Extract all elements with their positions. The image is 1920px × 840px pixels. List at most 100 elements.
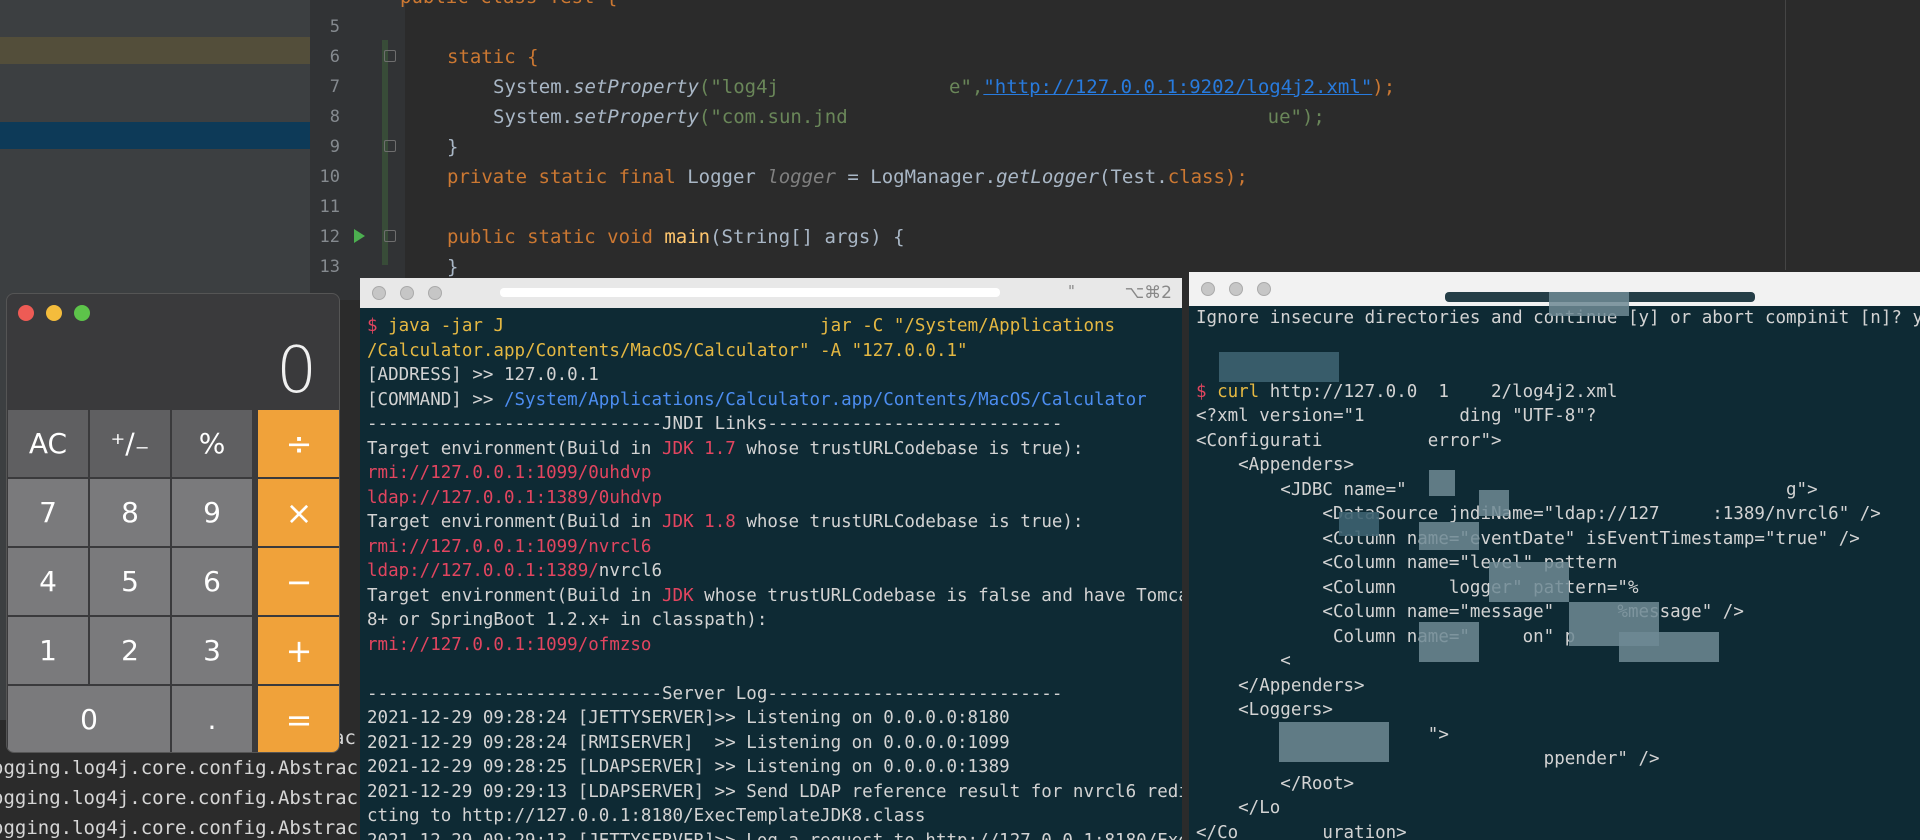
- calc-key[interactable]: 7: [7, 478, 89, 547]
- terminal-line: Target environment(Build in JDK whose tr…: [367, 584, 1182, 609]
- line-number: 5: [329, 17, 340, 37]
- calc-key[interactable]: =: [257, 685, 339, 752]
- code-editor[interactable]: [405, 0, 1920, 300]
- code-line-9: }: [447, 136, 459, 158]
- terminal-line: rmi://127.0.0.1:1099/nvrcl6: [367, 535, 651, 560]
- code-line-class-decl: public class Test {: [400, 0, 617, 8]
- line-number: 9: [329, 137, 340, 157]
- line-number: 10: [319, 167, 340, 187]
- terminal-line: <Appenders>: [1196, 453, 1354, 478]
- terminal-window-right[interactable]: Ignore insecure directories and continue…: [1189, 272, 1920, 840]
- terminal-line: [COMMAND] >> /System/Applications/Calcul…: [367, 388, 1147, 413]
- fold-icon[interactable]: [384, 50, 396, 62]
- tab-mark: ": [1068, 282, 1075, 300]
- terminal-line: ppender" />: [1196, 747, 1660, 772]
- fold-icon[interactable]: [384, 140, 396, 152]
- terminal-line: [ADDRESS] >> 127.0.0.1: [367, 363, 599, 388]
- calc-key[interactable]: −: [257, 547, 339, 616]
- terminal-text: <Column name="message" %message" />: [1196, 602, 1744, 622]
- terminal-text: Column name=" on" p: [1196, 626, 1576, 647]
- terminal-text: ----------------------------Server Log--…: [367, 683, 1063, 704]
- terminal-line: 2021-12-29 09:28:24 [JETTYSERVER]>> List…: [367, 706, 1010, 731]
- terminal-text: JDK 1.8: [662, 512, 736, 532]
- sidebar-row-highlight[interactable]: [0, 37, 310, 64]
- terminal-titlebar[interactable]: " ⌥⌘2: [360, 278, 1182, 308]
- minimize-icon[interactable]: [1229, 282, 1243, 296]
- terminal-line: <Column name="message" %message" />: [1196, 600, 1744, 625]
- calc-key[interactable]: 3: [171, 616, 253, 685]
- terminal-text: rmi://127.0.0.1:1099/ofmzso: [367, 634, 652, 655]
- terminal-text: whose trustURLCodebase is true):: [735, 512, 1084, 532]
- calculator-display: 0: [276, 334, 317, 408]
- calc-key[interactable]: 8: [89, 478, 171, 547]
- terminal-line: 2021-12-29 09:28:24 [RMISERVER] >> Liste…: [367, 731, 1010, 756]
- terminal-text: 2021-12-29 09:29:13 [JETTYSERVER]>> Log …: [367, 831, 1182, 840]
- terminal-line: ldap://127.0.0.1:1389/nvrcl6: [367, 559, 662, 584]
- calc-key[interactable]: ÷: [257, 409, 339, 478]
- terminal-text: curl: [1217, 381, 1270, 402]
- console-line: ogging.log4j.core.config.Abstrac: [0, 757, 359, 779]
- calc-key[interactable]: 5: [89, 547, 171, 616]
- minimize-icon[interactable]: [46, 305, 62, 321]
- terminal-line: <Column name="eventDate" isEventTimestam…: [1196, 527, 1860, 552]
- code-line-8: System.setProperty("com.sun.jnd ue");: [493, 106, 1325, 128]
- calc-key[interactable]: 2: [89, 616, 171, 685]
- calc-key[interactable]: 4: [7, 547, 89, 616]
- terminal-line: cting to http://127.0.0.1:8180/ExecTempl…: [367, 804, 925, 829]
- run-icon[interactable]: [354, 229, 365, 243]
- calc-key[interactable]: +: [257, 616, 339, 685]
- terminal-text: ldap://127.0.0.1:1389/0uhdvp: [367, 487, 663, 508]
- terminal-line: </Co uration>: [1196, 821, 1407, 840]
- terminal-text: ppender" />: [1196, 749, 1660, 769]
- terminal-text: </Lo: [1196, 798, 1281, 818]
- terminal-line: 2021-12-29 09:29:13 [LDAPSERVER] >> Send…: [367, 780, 1182, 805]
- terminal-text: <Column name="eventDate" isEventTimestam…: [1196, 528, 1860, 549]
- sidebar-row-selected[interactable]: [0, 122, 310, 149]
- calc-key[interactable]: .: [171, 685, 253, 752]
- calc-key[interactable]: 1: [7, 616, 89, 685]
- console-line: ogging.log4j.core.config.Abstrac: [0, 817, 359, 839]
- close-icon[interactable]: [372, 286, 386, 300]
- calc-key[interactable]: %: [171, 409, 253, 478]
- zoom-icon[interactable]: [428, 286, 442, 300]
- terminal-text: /System/Applications/Calculator.app/Cont…: [503, 389, 1147, 410]
- terminal-line: Target environment(Build in JDK 1.7 whos…: [367, 437, 1083, 462]
- calc-key[interactable]: 9: [171, 478, 253, 547]
- calc-key[interactable]: ×: [257, 478, 339, 547]
- terminal-line: Target environment(Build in JDK 1.8 whos…: [367, 510, 1083, 535]
- calc-key[interactable]: AC: [7, 409, 89, 478]
- close-icon[interactable]: [18, 305, 34, 321]
- calculator-window[interactable]: 0 AC ⁺∕₋% ÷ 7 8 9 × 4 5 6− 1 2 3 +0. =: [6, 293, 340, 753]
- calc-key[interactable]: ⁺∕₋: [89, 409, 171, 478]
- terminal-text: rmi://127.0.0.1:1099/0uhdvp: [367, 463, 652, 483]
- zoom-icon[interactable]: [74, 305, 90, 321]
- calc-key[interactable]: 0: [7, 685, 171, 752]
- line-number: 11: [319, 197, 340, 217]
- terminal-text: java -jar: [388, 316, 494, 336]
- minimize-icon[interactable]: [400, 286, 414, 300]
- terminal-window-left[interactable]: " ⌥⌘2 $ java -jar J jar -C "/System/Appl…: [360, 278, 1182, 840]
- terminal-text: Target environment(Build in: [367, 585, 663, 606]
- terminal-text: $: [1196, 381, 1218, 402]
- console-line: ogging.log4j.core.config.Abstrac: [0, 787, 359, 809]
- terminal-text: whose trustURLCodebase is true):: [735, 438, 1084, 459]
- line-number: 6: [329, 47, 340, 67]
- calc-key[interactable]: 6: [171, 547, 253, 616]
- terminal-line: <Column logger" pattern="%: [1196, 576, 1639, 601]
- terminal-line: 8+ or SpringBoot 1.2.x+ in classpath):: [367, 608, 767, 633]
- terminal-text: <Loggers>: [1196, 700, 1333, 720]
- terminal-text: <Column logger" pattern="%: [1196, 577, 1639, 598]
- fold-icon[interactable]: [384, 230, 396, 242]
- terminal-line: <Loggers>: [1196, 698, 1333, 723]
- line-number: 13: [319, 257, 340, 277]
- close-icon[interactable]: [1201, 282, 1215, 296]
- terminal-text: Target environment(Build in: [367, 512, 663, 532]
- terminal-text: [ADDRESS] >> 127.0.0.1: [367, 365, 599, 385]
- terminal-text: <DataSource jndiName="ldap://127 :1389/n…: [1196, 504, 1881, 524]
- terminal-text: 8+ or SpringBoot 1.2.x+ in classpath):: [367, 610, 768, 630]
- terminal-line: <?xml version="1 ding "UTF-8"?: [1196, 404, 1596, 429]
- code-line-10: private static final Logger logger = Log…: [447, 166, 1248, 188]
- terminal-line: ----------------------------Server Log--…: [367, 682, 1062, 707]
- terminal-text: J: [493, 316, 504, 336]
- zoom-icon[interactable]: [1257, 282, 1271, 296]
